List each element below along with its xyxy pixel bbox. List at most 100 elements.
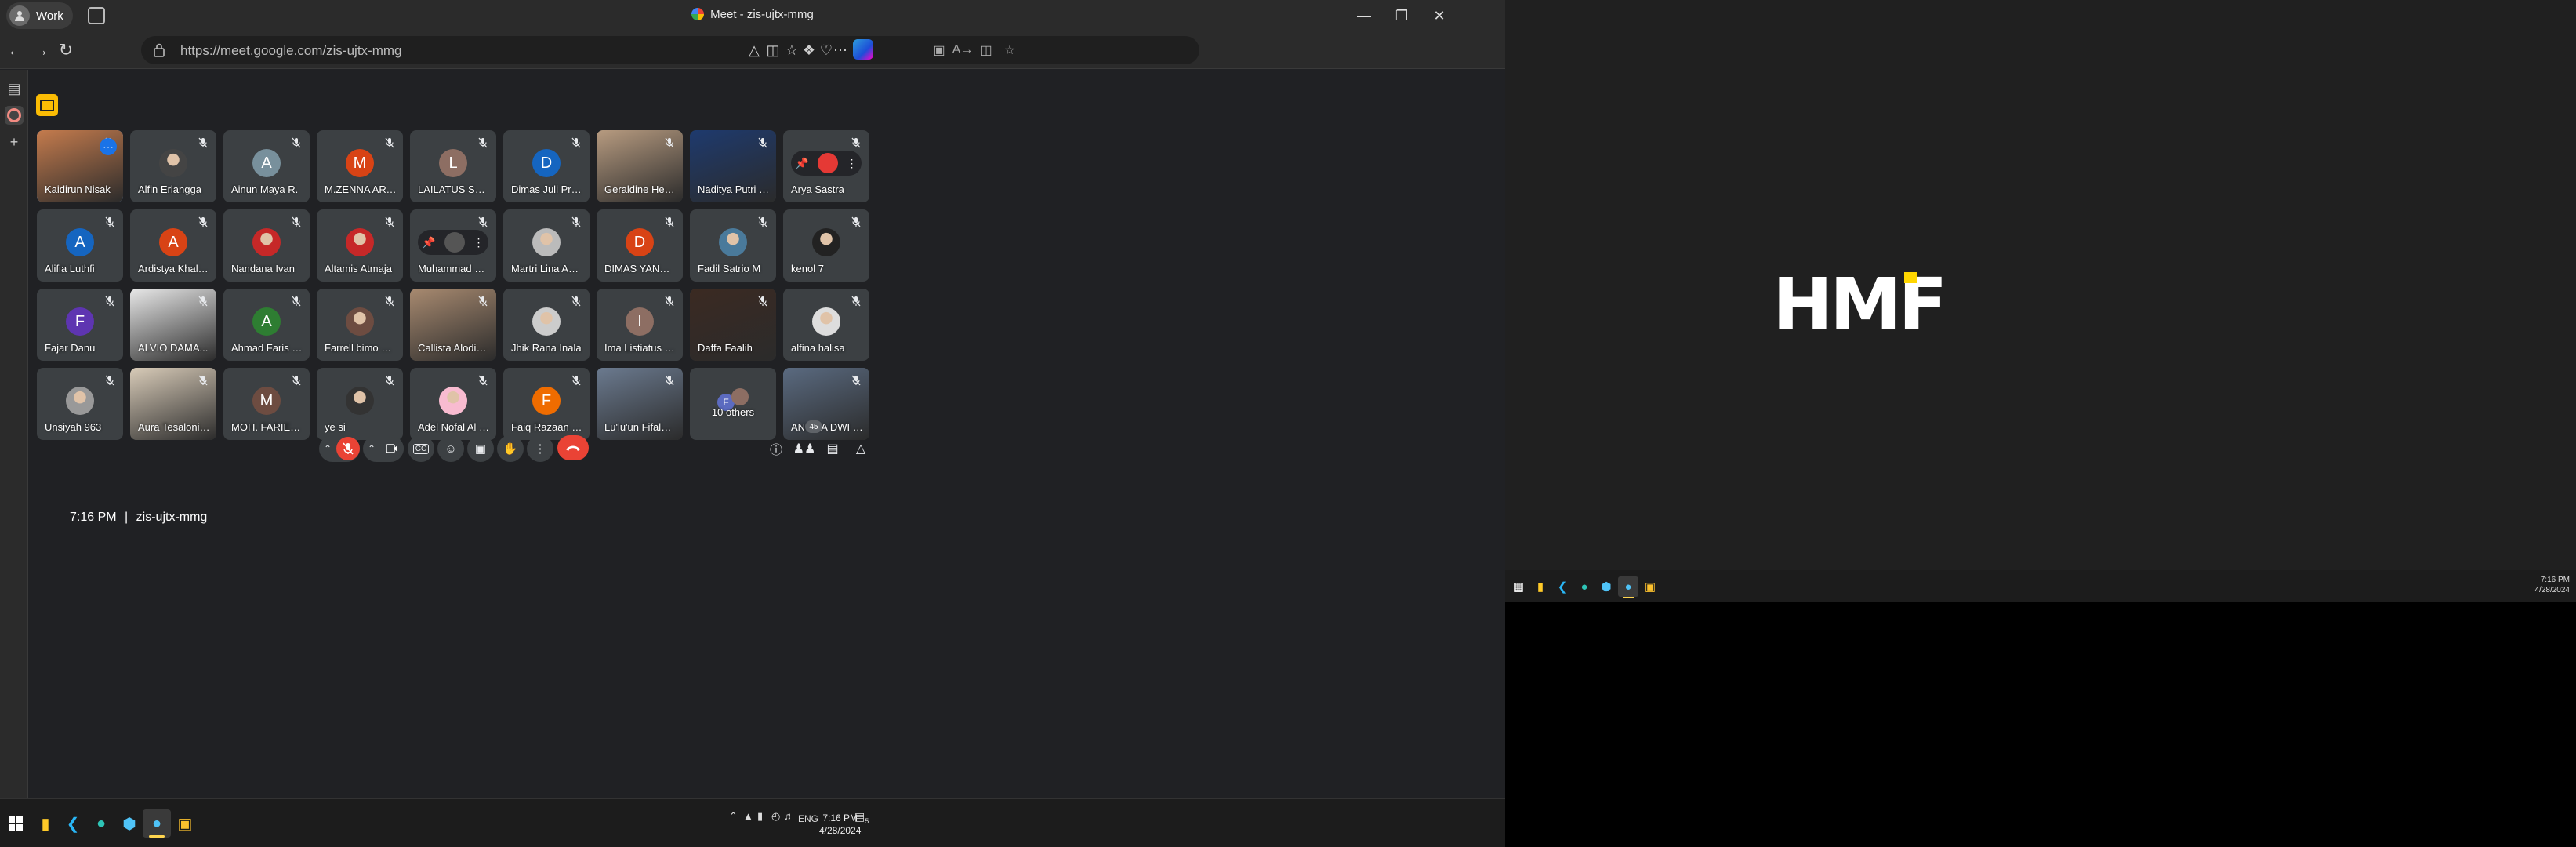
participant-tile[interactable]: F Fajar Danu [37, 289, 123, 361]
more-options-icon[interactable]: ⋯ [829, 39, 851, 61]
meet-logo-icon [691, 8, 705, 20]
secondary-clock[interactable]: 7:16 PM 4/28/2024 [2535, 575, 2571, 595]
meeting-details-icon[interactable]: ⓘ [767, 439, 785, 458]
restore-button[interactable]: ❐ [1388, 5, 1416, 27]
participant-tile[interactable]: Unsiyah 963 [37, 368, 123, 440]
battery-icon[interactable]: ▮ [757, 810, 763, 823]
participant-tile[interactable]: D Dimas Juli Prata... [503, 130, 590, 202]
participant-tile[interactable]: Nandana Ivan [223, 209, 310, 282]
edge-meet-icon[interactable]: ● [143, 809, 171, 838]
favorites-icon[interactable]: ☆ [781, 39, 803, 61]
captions-button[interactable]: CC [408, 435, 434, 462]
app-available-icon[interactable]: ◫ [977, 41, 996, 60]
participant-tile[interactable]: Jhik Rana Inala [503, 289, 590, 361]
edge-meet-icon[interactable]: ● [1618, 576, 1638, 598]
wifi-icon[interactable]: ◴ [771, 810, 780, 823]
close-window-button[interactable]: ✕ [1425, 5, 1453, 27]
participant-tile[interactable]: D DIMAS YANUAR ... [597, 209, 683, 282]
participant-tile[interactable]: M M.ZENNA ARTA ... [317, 130, 403, 202]
participant-tile[interactable]: M MOH. FARIED A... [223, 368, 310, 440]
participant-tile[interactable]: A Alifia Luthfi [37, 209, 123, 282]
participant-tile[interactable]: A Ainun Maya R. [223, 130, 310, 202]
mic-muted-icon [104, 216, 115, 227]
participant-tile[interactable]: 📌⋮Muhammad dza... [410, 209, 496, 282]
participant-tile[interactable]: ye si [317, 368, 403, 440]
file-explorer-icon[interactable]: ▮ [1530, 576, 1551, 597]
participant-tile[interactable]: Lu'lu'un Fifalaqisa [597, 368, 683, 440]
volume-icon[interactable]: ♬ [784, 810, 794, 822]
participant-tile[interactable]: A Ahmad Faris Dh... [223, 289, 310, 361]
reactions-button[interactable]: ☺ [437, 435, 464, 462]
pin-icon[interactable]: 📌 [422, 236, 435, 249]
participant-name: alfina halisa [791, 342, 845, 354]
favorite-star-icon[interactable]: ☆ [1000, 41, 1019, 60]
present-button[interactable]: ▣ [467, 435, 494, 462]
participant-tile[interactable]: Kaidirun Nisak ⋯ [37, 130, 123, 202]
participant-tile[interactable]: ALVIO DAMA... [130, 289, 216, 361]
more-vert-icon[interactable]: ⋮ [847, 157, 858, 170]
participant-tile[interactable]: F Faiq Razaan Nur... [503, 368, 590, 440]
notice-icon[interactable] [36, 94, 58, 116]
more-vert-icon[interactable]: ⋮ [473, 236, 484, 249]
camera-icon[interactable]: ▣ [930, 41, 949, 60]
participant-tile[interactable]: kenol 7 [783, 209, 869, 282]
participant-tile[interactable]: Alfin Erlangga [130, 130, 216, 202]
more-options-button[interactable]: ⋮ [527, 435, 553, 462]
edge-icon[interactable]: ● [87, 809, 115, 838]
participant-tile[interactable]: F 10 others [690, 368, 776, 440]
back-icon[interactable]: ← [3, 38, 28, 63]
participant-tile[interactable]: Daffa Faalih [690, 289, 776, 361]
mic-off-icon[interactable] [336, 437, 360, 460]
start-icon[interactable] [2, 809, 30, 838]
activities-icon[interactable]: △ [851, 439, 870, 458]
mic-options-chevron-icon[interactable]: ⌃ [319, 443, 336, 454]
participant-tile[interactable]: Altamis Atmaja [317, 209, 403, 282]
people-icon[interactable]: ♟♟ [793, 439, 816, 458]
forward-icon[interactable]: → [28, 38, 53, 63]
participant-tile[interactable]: Aura Tesalonika... [130, 368, 216, 440]
camera-options-chevron-icon[interactable]: ⌃ [363, 443, 380, 454]
participant-tile[interactable]: A Ardistya Khalfa... [130, 209, 216, 282]
participant-tile[interactable]: 📌 ⋮ Arya Sastra [783, 130, 869, 202]
tray-mic-icon[interactable]: ▲ [743, 810, 753, 822]
participant-tile[interactable]: ANGGA DWI KU... [783, 368, 869, 440]
avatar [731, 388, 749, 405]
participant-tile[interactable]: alfina halisa [783, 289, 869, 361]
read-aloud-icon[interactable]: A→ [952, 41, 974, 60]
notes-icon[interactable]: ▣ [1640, 576, 1660, 597]
file-explorer-icon[interactable]: ▮ [31, 809, 60, 838]
participant-tile[interactable]: Naditya Putri Le... [690, 130, 776, 202]
tray-chevron-icon[interactable]: ⌃ [729, 810, 738, 823]
chat-icon[interactable]: ▤ [823, 439, 842, 458]
vscode-icon[interactable]: ❮ [1552, 576, 1573, 597]
participant-tile[interactable]: Fadil Satrio M [690, 209, 776, 282]
start-icon[interactable]: ▦ [1508, 576, 1529, 597]
minimize-button[interactable]: — [1350, 5, 1378, 27]
edge-icon[interactable]: ● [1574, 576, 1595, 597]
app-icon[interactable]: ⬢ [1596, 576, 1616, 597]
url-bar[interactable]: https://meet.google.com/zis-ujtx-mmg ▣ A… [141, 36, 1199, 64]
participant-tile[interactable]: Martri Lina Ang... [503, 209, 590, 282]
language-indicator[interactable]: ENG [798, 813, 818, 824]
pin-icon[interactable]: 📌 [795, 157, 808, 170]
participant-tile[interactable]: Adel Nofal Al far... [410, 368, 496, 440]
app-icon[interactable]: ⬢ [115, 809, 143, 838]
vscode-icon[interactable]: ❮ [59, 809, 87, 838]
copilot-icon[interactable] [853, 39, 873, 60]
new-tab-icon[interactable]: + [5, 133, 24, 151]
participant-tile[interactable]: Farrell bimo Seno [317, 289, 403, 361]
refresh-icon[interactable]: ↻ [53, 38, 78, 63]
participant-tile[interactable]: Callista Alodia ... [410, 289, 496, 361]
notes-icon[interactable]: ▣ [171, 809, 199, 838]
participant-tile[interactable]: Geraldine Hend... [597, 130, 683, 202]
camera-icon[interactable] [380, 437, 404, 460]
more-horiz-icon[interactable]: ⋯ [100, 138, 117, 155]
notification-icon[interactable]: ▤5 [854, 810, 869, 825]
recording-tab-icon[interactable] [5, 106, 24, 125]
leave-call-button[interactable] [557, 435, 589, 460]
participant-tile[interactable]: I Ima Listiatus Sa'... [597, 289, 683, 361]
meeting-time: 7:16 PM [70, 511, 117, 524]
participant-tile[interactable]: L LAILATUS SYA'D... [410, 130, 496, 202]
raise-hand-button[interactable]: ✋ [497, 435, 524, 462]
tab-list-icon[interactable]: ▤ [5, 79, 24, 98]
